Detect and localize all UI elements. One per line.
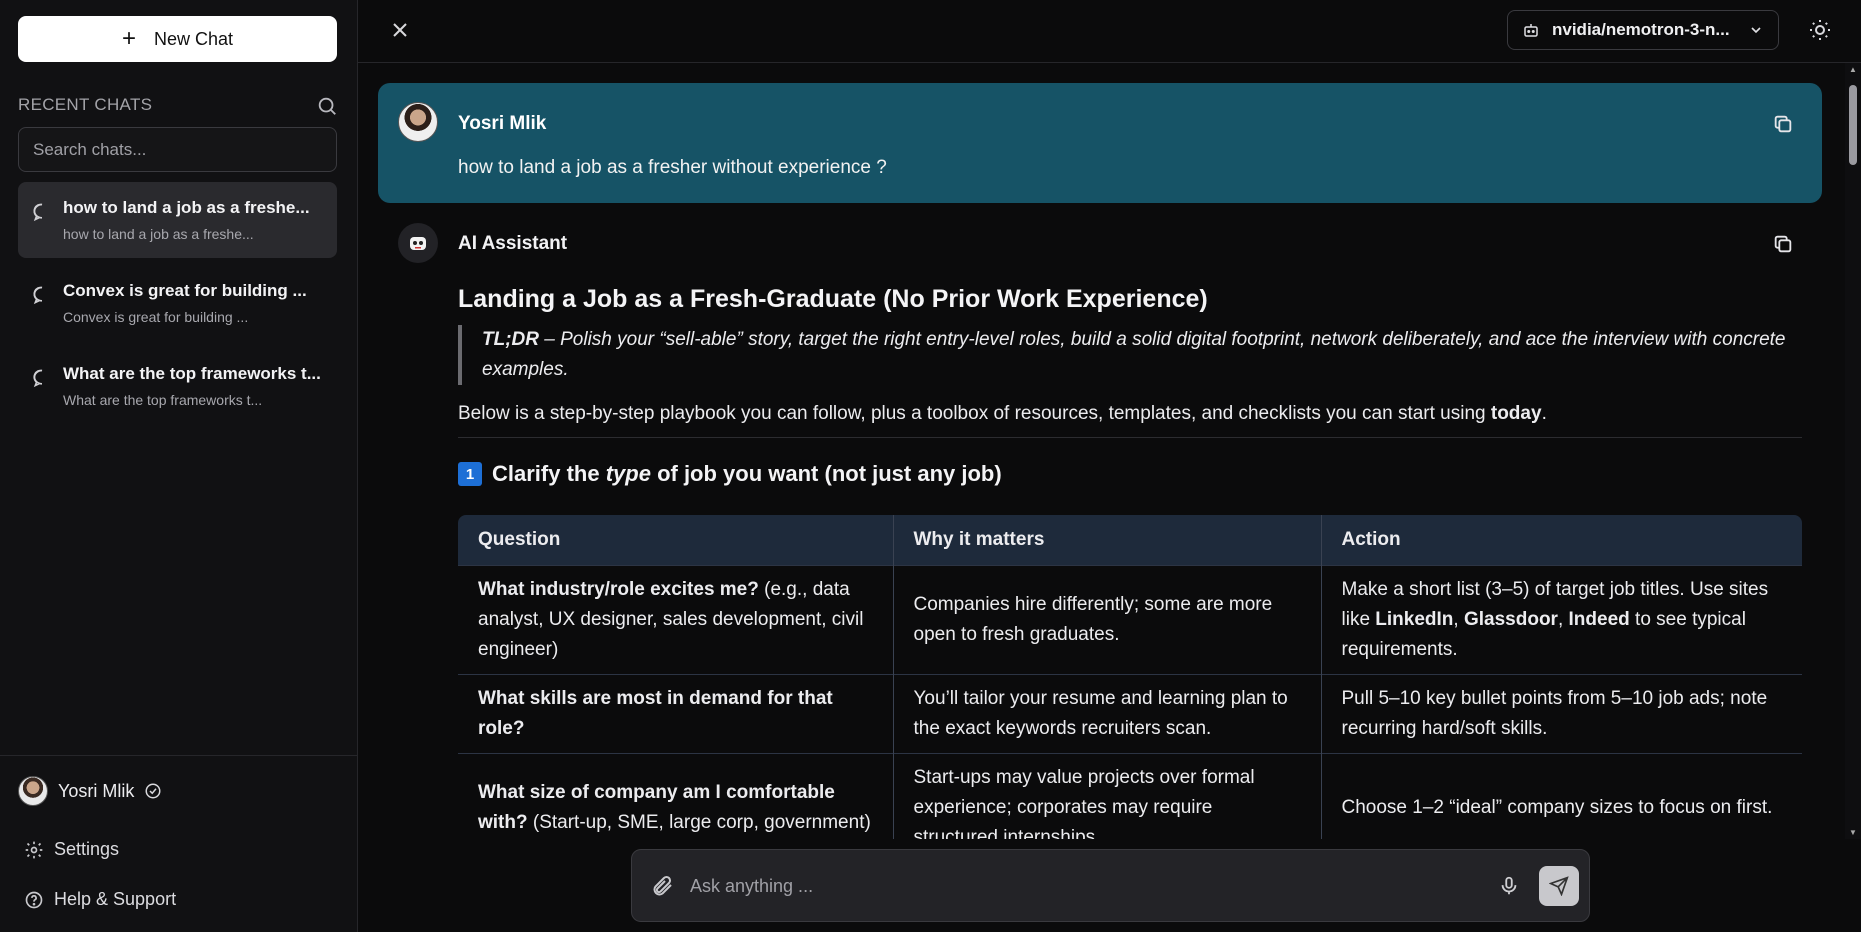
chat-title: What are the top frameworks t...: [63, 364, 321, 383]
help-icon: [25, 891, 43, 908]
section-heading: 1 Clarify the type of job you want (not …: [458, 461, 1002, 487]
table-row: What industry/role excites me? (e.g., da…: [458, 564, 1802, 674]
avatar: [398, 102, 438, 142]
scroll-down-arrow[interactable]: ▼: [1848, 828, 1858, 837]
table-cell: What industry/role excites me? (e.g., da…: [458, 564, 893, 674]
new-chat-button[interactable]: + New Chat: [18, 16, 337, 62]
settings-link[interactable]: Settings: [24, 839, 119, 860]
scroll-up-arrow[interactable]: ▲: [1848, 65, 1858, 74]
user-message: Yosri Mlik how to land a job as a freshe…: [378, 83, 1822, 203]
table-cell: Pull 5–10 key bullet points from 5–10 jo…: [1320, 673, 1802, 753]
top-bar: nvidia/nemotron-3-n...: [358, 0, 1861, 63]
intro-bold: today: [1490, 403, 1542, 424]
chat-list-item[interactable]: Convex is great for building ... Convex …: [18, 265, 337, 341]
table-header-row: Question Why it matters Action: [458, 515, 1802, 565]
column-header: Why it matters: [892, 515, 1321, 565]
table-cell: Choose 1–2 “ideal” company sizes to focu…: [1320, 752, 1802, 839]
model-selector[interactable]: nvidia/nemotron-3-n...: [1507, 10, 1779, 50]
number-badge: 1: [458, 462, 482, 486]
user-name: Yosri Mlik: [58, 780, 135, 801]
chat-list-item[interactable]: What are the top frameworks t... What ar…: [18, 348, 337, 424]
microphone-icon[interactable]: [1498, 874, 1520, 898]
chat-list-item[interactable]: how to land a job as a freshe... how to …: [18, 182, 337, 258]
chat-title: how to land a job as a freshe...: [63, 198, 310, 217]
intro-end: .: [1541, 403, 1547, 424]
chat-preview: What are the top frameworks t...: [63, 392, 263, 408]
conversation-area: Yosri Mlik how to land a job as a freshe…: [358, 63, 1845, 839]
section-title: Clarify the type of job you want (not ju…: [492, 461, 1002, 486]
gear-icon: [25, 841, 43, 858]
column-header: Question: [458, 515, 893, 565]
column-header: Action: [1320, 515, 1802, 565]
scrollbar[interactable]: ▲ ▼: [1845, 63, 1861, 839]
table-cell: What skills are most in demand for that …: [458, 673, 893, 753]
message-composer: [631, 849, 1590, 922]
table-cell: Make a short list (3–5) of target job ti…: [1320, 564, 1802, 674]
paperclip-icon[interactable]: [650, 874, 674, 898]
table-cell: Start-ups may value projects over formal…: [892, 752, 1321, 839]
table-cell: What size of company am I comfortable wi…: [458, 752, 893, 839]
table-row: What size of company am I comfortable wi…: [458, 752, 1802, 839]
message-text: how to land a job as a fresher without e…: [458, 157, 887, 178]
tldr-label: TL;DR: [482, 329, 539, 350]
message-author: AI Assistant: [458, 233, 568, 254]
chevron-down-icon: [1751, 27, 1761, 34]
sidebar: + New Chat RECENT CHATS how to land a jo…: [0, 0, 358, 932]
avatar: [18, 776, 48, 806]
chat-bubble-icon: [33, 369, 43, 388]
tldr-quote: TL;DR – Polish your “sell-able” story, t…: [458, 325, 1802, 385]
copy-icon[interactable]: [1772, 233, 1794, 255]
bot-icon: [1524, 24, 1538, 37]
user-profile[interactable]: Yosri Mlik: [18, 776, 162, 806]
search-chats-input[interactable]: [18, 127, 337, 172]
response-heading: Landing a Job as a Fresh-Graduate (No Pr…: [458, 285, 1208, 313]
search-icon[interactable]: [316, 95, 338, 117]
tldr-text: – Polish your “sell-able” story, target …: [482, 329, 1786, 380]
new-chat-label: New Chat: [153, 28, 234, 49]
chat-bubble-icon: [33, 286, 43, 305]
app-root: + New Chat RECENT CHATS how to land a jo…: [0, 0, 1861, 932]
chat-bubble-icon: [33, 203, 43, 222]
send-icon: [1549, 876, 1569, 896]
message-input[interactable]: [690, 868, 1450, 904]
chat-preview: how to land a job as a freshe...: [63, 226, 254, 242]
divider: [458, 437, 1802, 438]
plus-icon: +: [121, 25, 136, 52]
table-row: What skills are most in demand for that …: [458, 673, 1802, 753]
help-label: Help & Support: [54, 889, 177, 909]
assistant-avatar: [398, 223, 438, 263]
intro-paragraph: Below is a step-by-step playbook you can…: [458, 403, 1547, 425]
chat-preview: Convex is great for building ...: [63, 309, 249, 325]
guidance-table: Question Why it matters Action What indu…: [458, 515, 1802, 839]
send-button[interactable]: [1539, 866, 1579, 906]
table-cell: Companies hire differently; some are mor…: [892, 564, 1321, 674]
robot-icon: [410, 237, 426, 250]
table-cell: You’ll tailor your resume and learning p…: [892, 673, 1321, 753]
intro-text: Below is a step-by-step playbook you can…: [458, 403, 1491, 424]
scroll-thumb[interactable]: [1849, 85, 1857, 165]
message-author: Yosri Mlik: [458, 113, 547, 134]
model-name: nvidia/nemotron-3-n...: [1552, 20, 1730, 39]
verified-icon: [145, 783, 161, 799]
close-icon[interactable]: [388, 18, 412, 42]
sidebar-divider: [0, 755, 358, 756]
help-support-link[interactable]: Help & Support: [24, 889, 176, 910]
copy-icon[interactable]: [1772, 113, 1794, 135]
sun-icon[interactable]: [1808, 18, 1832, 42]
chat-title: Convex is great for building ...: [63, 281, 307, 300]
recent-chats-heading: RECENT CHATS: [18, 95, 153, 114]
settings-label: Settings: [54, 839, 120, 859]
